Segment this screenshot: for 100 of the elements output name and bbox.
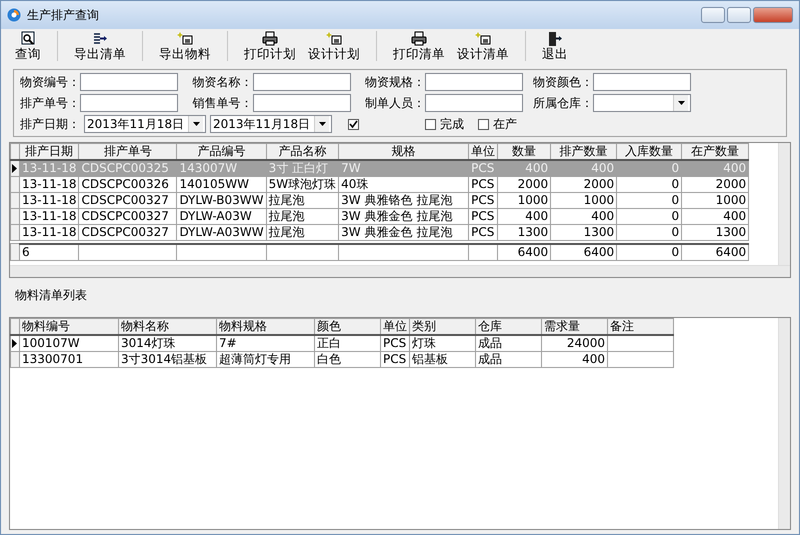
window-sparkle-icon	[177, 31, 193, 47]
printer-icon	[411, 31, 427, 47]
checkbox[interactable]	[425, 118, 436, 130]
toolbar-button[interactable]: 导出清单	[68, 29, 132, 63]
column-header[interactable]: 备注	[608, 318, 674, 335]
table-cell: PCS	[468, 192, 498, 208]
column-header[interactable]: 物料规格	[216, 318, 314, 335]
column-header[interactable]: 单位	[468, 144, 498, 160]
input-field[interactable]	[593, 73, 691, 91]
panel-title: 物料清单列表	[15, 288, 87, 302]
table-cell: 灯珠	[410, 335, 476, 352]
toolbar-button[interactable]: 导出物料	[153, 29, 217, 63]
table-cell: 400	[498, 160, 551, 176]
toolbar-button[interactable]: 打印计划	[238, 29, 302, 63]
table-cell: 0	[616, 208, 682, 224]
table-cell: 24000	[542, 335, 608, 352]
column-header[interactable]: 类别	[410, 318, 476, 335]
table-cell: PCS	[468, 176, 498, 192]
app-icon	[7, 8, 21, 22]
input-field[interactable]	[425, 94, 523, 112]
column-header[interactable]: 需求量	[542, 318, 608, 335]
table-row[interactable]: 13-11-18 CDSCPC00327 DYLW-A03WW 拉尾泡 3W 典雅金色 拉尾泡 PCS 1300 1300 0 1300	[10, 224, 749, 240]
table-cell: 3W 典雅铬色 拉尾泡	[338, 192, 469, 208]
column-header[interactable]: 仓库	[476, 318, 542, 335]
vertical-scrollbar[interactable]	[778, 318, 790, 529]
column-header[interactable]: 排产日期	[20, 144, 79, 160]
table-cell: 2000	[498, 176, 551, 192]
table-row[interactable]: 100107W 3014灯珠 7# 正白 PCS 灯珠 成品 24000	[10, 335, 674, 352]
table-cell: 13-11-18	[20, 192, 79, 208]
column-header[interactable]: 在产数量	[682, 144, 749, 160]
printer-icon	[262, 31, 278, 47]
toolbar-button[interactable]: 打印清单	[387, 29, 451, 63]
table-cell: 0	[616, 224, 682, 240]
column-header[interactable]: 数量	[498, 144, 551, 160]
table-cell: 100107W	[20, 335, 118, 352]
input-field[interactable]	[80, 73, 178, 91]
table-cell: 143007W	[176, 160, 266, 176]
column-header[interactable]: 规格	[338, 144, 469, 160]
table-cell: 400	[542, 352, 608, 368]
column-header[interactable]: 产品名称	[266, 144, 339, 160]
dropdown-field[interactable]	[593, 94, 691, 112]
maximize-button[interactable]	[727, 7, 751, 23]
field-label: 排产日期：	[20, 116, 80, 133]
field-label: 物资规格：	[365, 74, 425, 91]
checkbox[interactable]	[478, 118, 489, 130]
date-picker[interactable]: 2013年11月18日	[84, 115, 206, 133]
close-button[interactable]	[753, 7, 793, 23]
column-header[interactable]: 产品编号	[176, 144, 266, 160]
column-header[interactable]: 排产数量	[550, 144, 617, 160]
table-cell: 0	[616, 160, 682, 176]
dropdown-arrow-icon	[678, 101, 684, 105]
field-label: 所属仓库：	[533, 95, 593, 112]
table-row[interactable]: 13-11-18 CDSCPC00326 140105WW 5W球泡灯珠 40珠 PCS 2000 2000 0 2000	[10, 176, 749, 192]
table-cell: 1000	[498, 192, 551, 208]
table-cell: 成品	[476, 352, 542, 368]
field-label: 排产单号：	[20, 95, 80, 112]
toolbar-button[interactable]: 设计计划	[302, 29, 366, 63]
table-cell: 正白	[314, 335, 380, 352]
door-exit-icon	[547, 31, 563, 47]
column-header[interactable]: 入库数量	[616, 144, 682, 160]
column-header[interactable]: 颜色	[314, 318, 380, 335]
table-row[interactable]: 13300701 3寸3014铝基板 超薄筒灯专用 白色 PCS 铝基板 成品 400	[10, 352, 674, 368]
column-header[interactable]: 物料编号	[20, 318, 118, 335]
total-cell: 6400	[498, 244, 551, 260]
row-pointer-icon	[12, 164, 17, 173]
input-field[interactable]	[80, 94, 178, 112]
table-cell: 400	[498, 208, 551, 224]
input-field[interactable]	[425, 73, 523, 91]
table-cell: DYLW-B03WW	[176, 192, 266, 208]
table-cell: 白色	[314, 352, 380, 368]
minimize-button[interactable]	[701, 7, 725, 23]
input-field[interactable]	[252, 94, 350, 112]
toolbar-button[interactable]: 查询	[9, 29, 47, 63]
table-cell: PCS	[468, 208, 498, 224]
toolbar-button[interactable]: 退出	[536, 29, 574, 63]
table-cell: 13300701	[20, 352, 118, 368]
date-picker[interactable]: 2013年11月18日	[210, 115, 332, 133]
vertical-scrollbar[interactable]	[778, 143, 790, 265]
column-header[interactable]: 排产单号	[78, 144, 177, 160]
table-cell: 40珠	[338, 176, 469, 192]
table-cell: 成品	[476, 335, 542, 352]
table-cell: 140105WW	[176, 176, 266, 192]
input-field[interactable]	[252, 73, 350, 91]
table-cell: 7W	[338, 160, 469, 176]
table-cell: DYLW-A03W	[176, 208, 266, 224]
table-cell: PCS	[380, 352, 410, 368]
column-header[interactable]: 单位	[380, 318, 410, 335]
table-cell: 400	[550, 208, 617, 224]
table-row[interactable]: 13-11-18 CDSCPC00327 DYLW-B03WW 拉尾泡 3W 典雅铬色 拉尾泡 PCS 1000 1000 0 1000	[10, 192, 749, 208]
table-cell: 拉尾泡	[266, 208, 339, 224]
checkbox[interactable]	[348, 118, 359, 130]
checkbox-label: 在产	[493, 116, 517, 133]
toolbar-button[interactable]: 设计清单	[451, 29, 515, 63]
window-sparkle-icon	[475, 31, 491, 47]
table-cell: 13-11-18	[20, 160, 79, 176]
column-header[interactable]: 物料名称	[118, 318, 216, 335]
horizontal-scrollbar[interactable]	[10, 265, 790, 277]
table-cell: 1300	[550, 224, 617, 240]
table-row[interactable]: 13-11-18 CDSCPC00327 DYLW-A03W 拉尾泡 3W 典雅金色 拉尾泡 PCS 400 400 0 400	[10, 208, 749, 224]
window-sparkle-icon	[326, 31, 342, 47]
